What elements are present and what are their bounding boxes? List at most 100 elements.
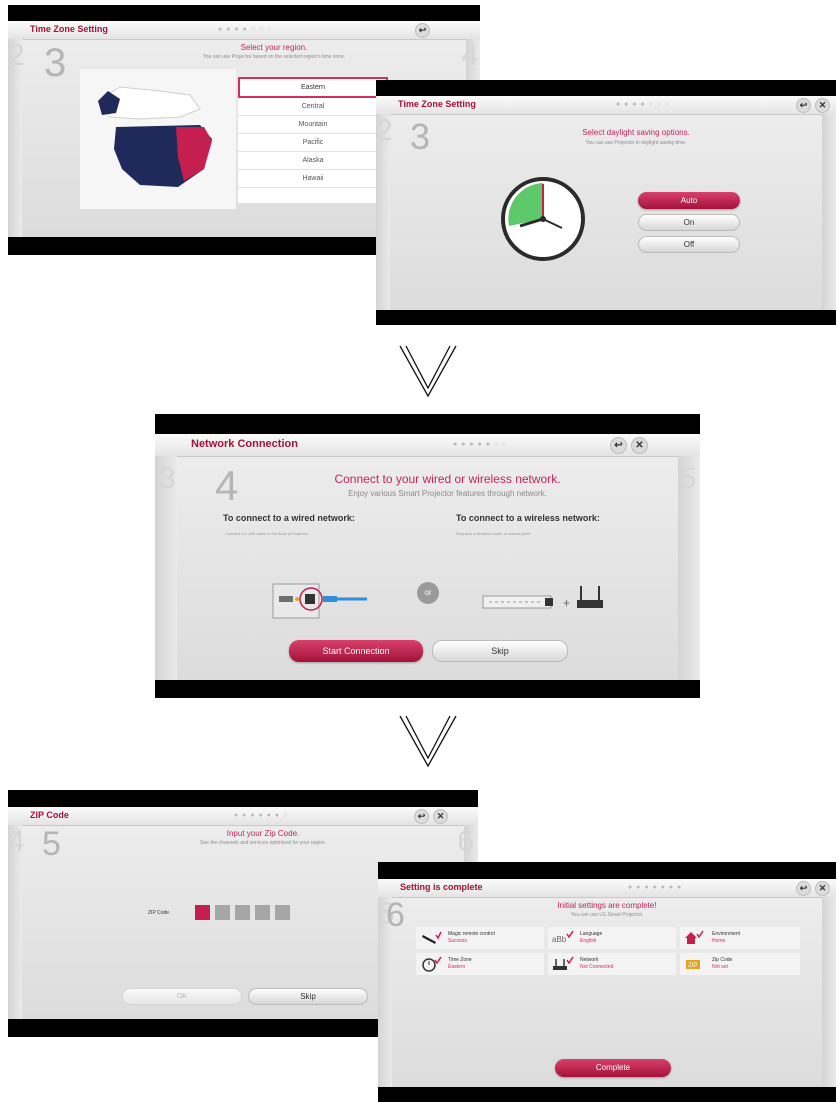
zip-digit-input-active[interactable]	[195, 905, 210, 920]
step-progress-dots: ● ● ● ● ○ ○ ○	[218, 26, 273, 33]
ok-button[interactable]: OK	[122, 988, 242, 1005]
screen-title: Network Connection	[191, 438, 298, 450]
screen-title: ZIP Code	[30, 810, 69, 820]
summary-item-network: Network Not Connected	[548, 953, 676, 975]
close-icon[interactable]: ✕	[815, 98, 830, 113]
wired-connection-illustration	[271, 574, 371, 624]
item-label: Zip Code	[712, 957, 733, 963]
or-label: or	[424, 588, 432, 597]
back-icon[interactable]: ↩	[796, 98, 811, 113]
off-option-button[interactable]: Off	[638, 236, 740, 253]
timezone-daylight-screenshot: Time Zone Setting ● ● ● ● ○ ○ ○ ↩ ✕ 2 3 …	[376, 80, 836, 325]
subheading: You can use Projector in daylight saving…	[585, 140, 687, 146]
screen-title: Time Zone Setting	[398, 99, 476, 109]
zip-digit-input[interactable]	[235, 905, 250, 920]
back-icon[interactable]: ↩	[610, 437, 627, 454]
back-icon[interactable]: ↩	[414, 809, 429, 824]
chevron-down-icon	[398, 714, 458, 775]
summary-item-zip-code: ZIP Zip Code Not set	[680, 953, 800, 975]
wired-title: To connect to a wired network:	[223, 513, 355, 523]
svg-text:+: +	[563, 596, 570, 610]
region-option-selected[interactable]: Eastern	[238, 77, 388, 98]
screen-area: Network Connection ● ● ● ● ● ○ ○ ↩ ✕ 3 4…	[155, 434, 700, 680]
chevron-down-icon	[398, 344, 458, 405]
heading: Select your region.	[240, 43, 308, 52]
on-option-button[interactable]: On	[638, 214, 740, 231]
close-icon[interactable]: ✕	[815, 881, 830, 896]
subheading: Enjoy various Smart Projector features t…	[348, 489, 547, 498]
heading: Input your Zip Code.	[226, 829, 300, 838]
svg-text:ZIP: ZIP	[688, 963, 697, 969]
subheading: You can use Projector based on the selec…	[202, 54, 346, 60]
step-number: 3	[410, 116, 431, 157]
start-connection-button[interactable]: Start Connection	[289, 640, 423, 662]
skip-button[interactable]: Skip	[248, 988, 368, 1005]
item-status: Home	[712, 938, 726, 944]
region-option[interactable]: Alaska	[238, 152, 388, 170]
router-icon	[553, 956, 574, 970]
zip-digit-input[interactable]	[255, 905, 270, 920]
screen-title: Setting is complete	[400, 882, 483, 892]
network-connection-screenshot: Network Connection ● ● ● ● ● ○ ○ ↩ ✕ 3 4…	[155, 414, 700, 698]
close-icon[interactable]: ✕	[433, 809, 448, 824]
zip-code-icon: ZIP	[686, 960, 700, 969]
screen-title: Time Zone Setting	[30, 24, 108, 34]
clock-icon	[500, 176, 586, 262]
complete-button[interactable]: Complete	[555, 1059, 671, 1077]
item-label: Time Zone	[448, 957, 472, 963]
summary-item-language: aBb Language English	[548, 927, 676, 949]
summary-item-magic-remote: Magic remote control Success	[416, 927, 544, 949]
region-map	[80, 69, 236, 209]
item-status: Eastern	[448, 964, 466, 970]
back-icon[interactable]: ↩	[796, 881, 811, 896]
zip-digit-input[interactable]	[215, 905, 230, 920]
item-status: English	[580, 938, 597, 944]
subheading: See the channels and services optimized …	[200, 840, 326, 846]
step-progress-dots: ● ● ● ● ○ ○ ○	[616, 101, 671, 108]
item-status: Success	[448, 938, 467, 944]
item-status: Not Connected	[580, 964, 614, 970]
item-label: Network	[580, 957, 599, 963]
setting-complete-screenshot: Setting is complete ● ● ● ● ● ● ● ↩ ✕ 5 …	[378, 862, 836, 1102]
language-icon: aBb	[552, 930, 574, 944]
zip-code-label: ZIP Code	[148, 910, 170, 916]
auto-option-button[interactable]: Auto	[638, 192, 740, 209]
back-icon[interactable]: ↩	[415, 23, 430, 38]
item-label: Environment	[712, 931, 741, 937]
region-option[interactable]: Pacific	[238, 134, 388, 152]
wireless-title: To connect to a wireless network:	[456, 513, 600, 523]
step-number: 4	[215, 462, 239, 509]
wireless-connection-illustration: +	[477, 574, 607, 624]
screen-area: Time Zone Setting ● ● ● ● ○ ○ ○ ↩ ✕ 2 3 …	[376, 96, 836, 310]
title-bar: ZIP Code ● ● ● ● ● ● ○ ↩ ✕	[8, 807, 478, 826]
title-bar: Network Connection ● ● ● ● ● ○ ○ ↩ ✕	[155, 434, 700, 457]
close-icon[interactable]: ✕	[631, 437, 648, 454]
zip-digit-input[interactable]	[275, 905, 290, 920]
item-status: Not set	[712, 964, 728, 970]
step-progress-dots: ● ● ● ● ● ○ ○	[453, 441, 508, 448]
wireless-description: Requires a wireless router or access poi…	[456, 531, 532, 536]
wired-description: Connect LG LAN cable to the back of Proj…	[225, 531, 310, 536]
title-bar: Time Zone Setting ● ● ● ● ○ ○ ○ ↩ ✕	[376, 96, 836, 115]
item-label: Magic remote control	[448, 931, 495, 937]
step-progress-dots: ● ● ● ● ● ● ●	[628, 884, 683, 891]
summary-item-environment: Environment Home	[680, 927, 800, 949]
remote-control-icon	[422, 931, 442, 944]
region-list: Eastern Central Mountain Pacific Alaska …	[238, 77, 388, 203]
or-badge: or	[417, 582, 439, 604]
heading: Initial settings are complete!	[557, 901, 657, 910]
region-option[interactable]: Hawaii	[238, 170, 388, 188]
home-icon	[685, 930, 704, 944]
item-label: Language	[580, 931, 603, 937]
title-bar: Time Zone Setting ● ● ● ● ○ ○ ○ ↩	[8, 21, 480, 40]
svg-text:aBb: aBb	[552, 935, 567, 944]
skip-button[interactable]: Skip	[432, 640, 568, 662]
subheading: You can use LG Smart Projector.	[570, 912, 644, 918]
region-option[interactable]: Central	[238, 98, 388, 116]
heading: Select daylight saving options.	[582, 128, 690, 137]
step-progress-dots: ● ● ● ● ● ● ○	[234, 812, 289, 819]
title-bar: Setting is complete ● ● ● ● ● ● ● ↩ ✕	[378, 879, 836, 898]
clock-icon	[422, 956, 442, 972]
heading: Connect to your wired or wireless networ…	[334, 472, 561, 486]
region-option[interactable]: Mountain	[238, 116, 388, 134]
